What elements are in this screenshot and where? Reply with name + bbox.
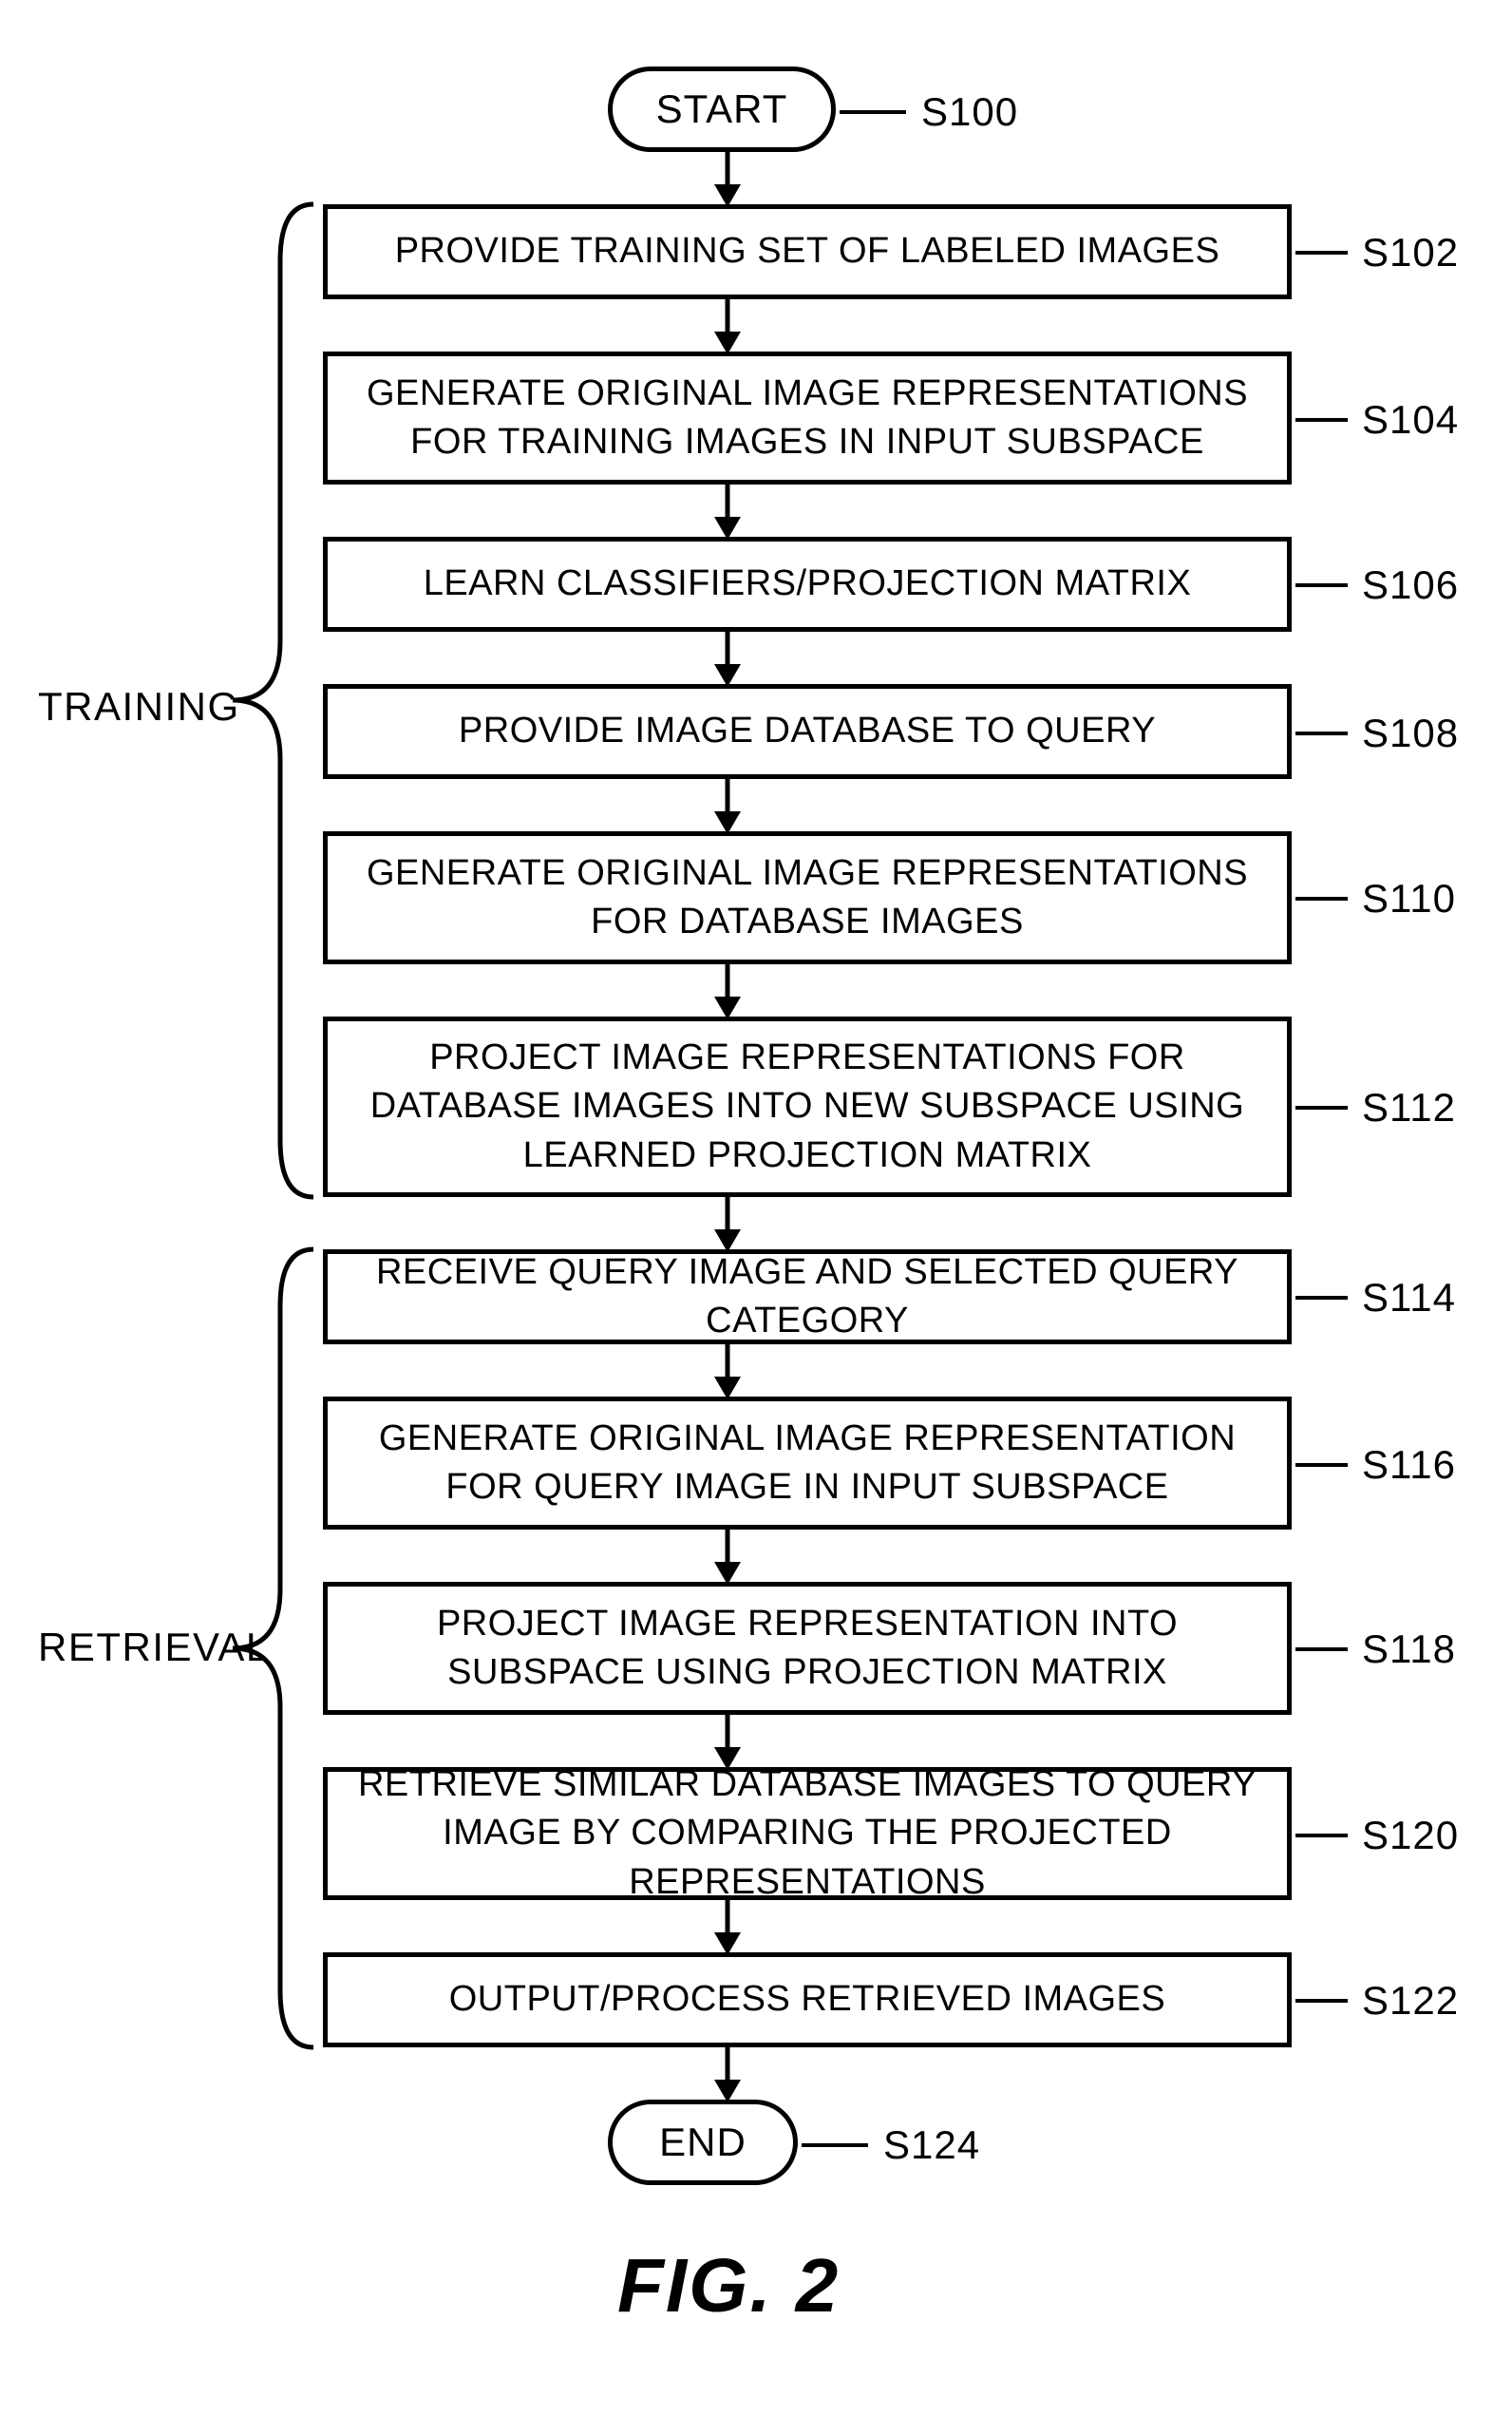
step-text: RECEIVE QUERY IMAGE AND SELECTED QUERY C… <box>347 1248 1268 1346</box>
step-s118: PROJECT IMAGE REPRESENTATION INTO SUBSPA… <box>323 1582 1292 1715</box>
leader-s112 <box>1295 1106 1348 1110</box>
step-text: GENERATE ORIGINAL IMAGE REPRESENTATION F… <box>347 1415 1268 1512</box>
leader-s102 <box>1295 251 1348 255</box>
ref-s118: S118 <box>1362 1626 1456 1672</box>
ref-s116: S116 <box>1362 1442 1456 1488</box>
step-text: PROJECT IMAGE REPRESENTATION INTO SUBSPA… <box>347 1600 1268 1698</box>
ref-s106: S106 <box>1362 562 1459 608</box>
ref-end: S124 <box>883 2122 980 2168</box>
step-s106: LEARN CLASSIFIERS/PROJECTION MATRIX <box>323 537 1292 632</box>
step-text: PROVIDE TRAINING SET OF LABELED IMAGES <box>395 227 1220 276</box>
leader-s110 <box>1295 897 1348 901</box>
ref-s114: S114 <box>1362 1275 1456 1321</box>
end-terminal: END <box>608 2100 798 2185</box>
start-terminal: START <box>608 67 836 152</box>
step-text: GENERATE ORIGINAL IMAGE REPRESENTATIONS … <box>347 370 1268 467</box>
leader-s116 <box>1295 1463 1348 1467</box>
arrow-start-s102 <box>718 152 737 207</box>
arrow-s108-s110 <box>718 779 737 834</box>
ref-s102: S102 <box>1362 230 1459 276</box>
leader-s118 <box>1295 1647 1348 1651</box>
brace-retrieval <box>228 1249 318 2047</box>
arrow-s112-s114 <box>718 1197 737 1252</box>
step-text: RETRIEVE SIMILAR DATABASE IMAGES TO QUER… <box>347 1760 1268 1907</box>
leader-s120 <box>1295 1834 1348 1837</box>
end-text: END <box>659 2120 747 2165</box>
ref-s112: S112 <box>1362 1085 1456 1131</box>
step-s110: GENERATE ORIGINAL IMAGE REPRESENTATIONS … <box>323 831 1292 964</box>
figure-title: FIG. 2 <box>617 2242 840 2329</box>
ref-s104: S104 <box>1362 397 1459 443</box>
leader-s106 <box>1295 583 1348 587</box>
arrow-s114-s116 <box>718 1344 737 1399</box>
step-s112: PROJECT IMAGE REPRESENTATIONS FOR DATABA… <box>323 1017 1292 1197</box>
arrow-s102-s104 <box>718 299 737 354</box>
ref-s110: S110 <box>1362 876 1456 922</box>
step-s114: RECEIVE QUERY IMAGE AND SELECTED QUERY C… <box>323 1249 1292 1344</box>
brace-training <box>228 204 318 1197</box>
arrow-s120-s122 <box>718 1900 737 1955</box>
step-text: GENERATE ORIGINAL IMAGE REPRESENTATIONS … <box>347 849 1268 947</box>
leader-s104 <box>1295 418 1348 422</box>
step-s122: OUTPUT/PROCESS RETRIEVED IMAGES <box>323 1952 1292 2047</box>
leader-line-end <box>802 2143 868 2147</box>
step-s120: RETRIEVE SIMILAR DATABASE IMAGES TO QUER… <box>323 1767 1292 1900</box>
step-text: PROJECT IMAGE REPRESENTATIONS FOR DATABA… <box>347 1034 1268 1180</box>
step-s102: PROVIDE TRAINING SET OF LABELED IMAGES <box>323 204 1292 299</box>
leader-s108 <box>1295 732 1348 735</box>
group-label-training: TRAINING <box>38 684 240 730</box>
ref-s120: S120 <box>1362 1813 1459 1858</box>
leader-s114 <box>1295 1296 1348 1300</box>
arrow-s110-s112 <box>718 964 737 1019</box>
step-s116: GENERATE ORIGINAL IMAGE REPRESENTATION F… <box>323 1397 1292 1530</box>
leader-line-start <box>840 110 906 114</box>
arrow-s122-end <box>718 2047 737 2102</box>
leader-s122 <box>1295 1999 1348 2003</box>
arrow-s106-s108 <box>718 632 737 687</box>
start-text: START <box>656 86 788 132</box>
step-s104: GENERATE ORIGINAL IMAGE REPRESENTATIONS … <box>323 352 1292 485</box>
arrow-s116-s118 <box>718 1530 737 1585</box>
step-s108: PROVIDE IMAGE DATABASE TO QUERY <box>323 684 1292 779</box>
step-text: OUTPUT/PROCESS RETRIEVED IMAGES <box>449 1975 1166 2024</box>
step-text: LEARN CLASSIFIERS/PROJECTION MATRIX <box>424 560 1192 608</box>
ref-start: S100 <box>921 89 1018 135</box>
arrow-s104-s106 <box>718 485 737 540</box>
ref-s108: S108 <box>1362 711 1459 756</box>
step-text: PROVIDE IMAGE DATABASE TO QUERY <box>459 707 1156 755</box>
ref-s122: S122 <box>1362 1978 1459 2024</box>
